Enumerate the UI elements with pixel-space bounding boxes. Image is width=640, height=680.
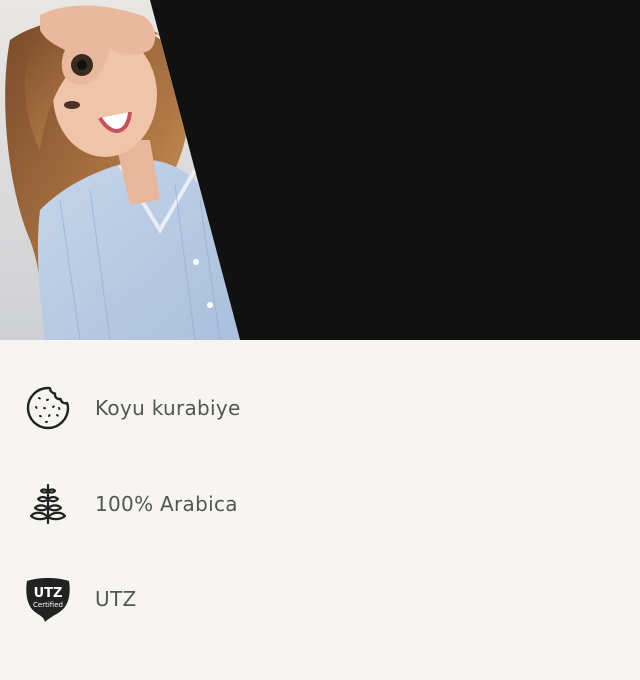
badge-text-bottom: Certified (33, 601, 63, 609)
badge-text-top: UTZ (34, 586, 63, 601)
hero-banner (0, 0, 640, 340)
feature-item-arabica: 100% Arabica (0, 474, 640, 534)
cookie-icon (22, 382, 74, 434)
hero-photo (0, 0, 640, 340)
feature-label: 100% Arabica (95, 492, 238, 516)
feature-item-dark-cookie: Koyu kurabiye (0, 378, 640, 438)
coffee-plant-icon (22, 478, 74, 530)
feature-item-utz: UTZ Certified UTZ (0, 569, 640, 629)
feature-label: Koyu kurabiye (95, 396, 241, 420)
feature-label: UTZ (95, 587, 137, 611)
utz-certified-badge-icon: UTZ Certified (22, 573, 74, 625)
